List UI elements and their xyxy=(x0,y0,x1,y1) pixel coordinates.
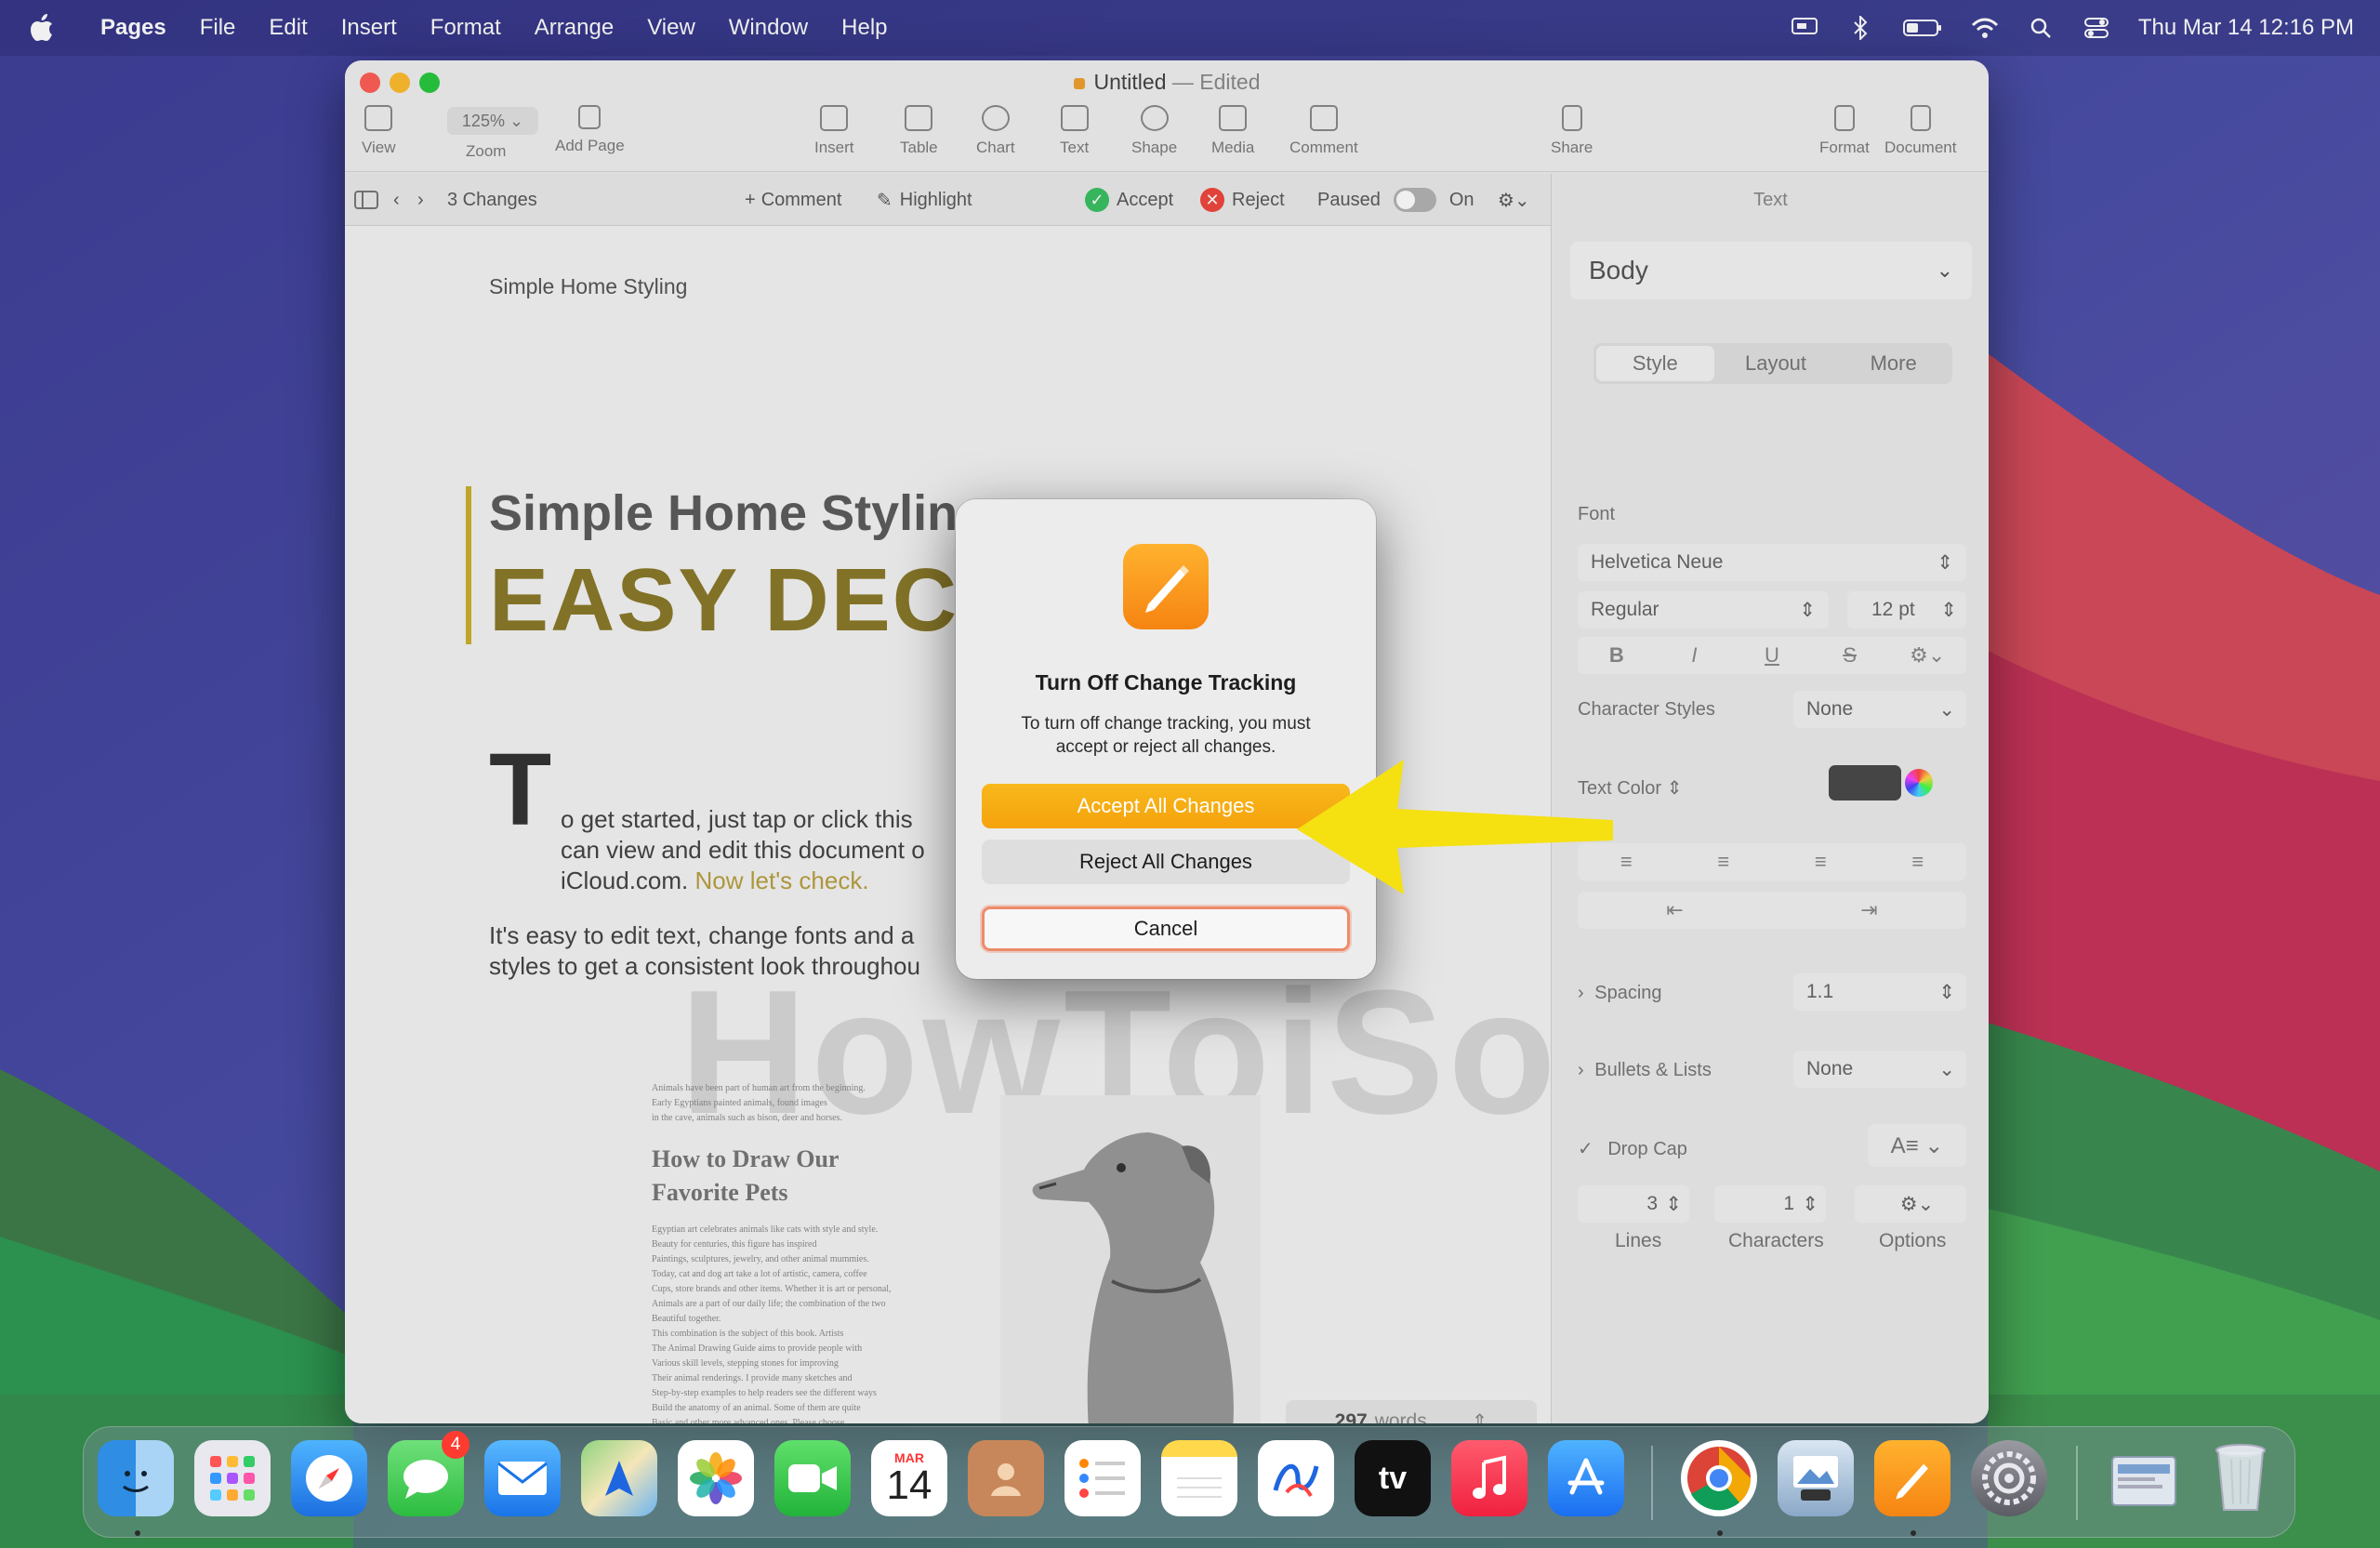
chrome-dock-icon[interactable] xyxy=(1681,1440,1757,1516)
system-settings-dock-icon[interactable] xyxy=(1971,1440,2047,1516)
dialog-title: Turn Off Change Tracking xyxy=(1035,670,1297,695)
mail-dock-icon[interactable] xyxy=(484,1440,561,1516)
calendar-day: 14 xyxy=(886,1462,932,1508)
dock-separator xyxy=(2076,1446,2078,1520)
messages-badge: 4 xyxy=(442,1431,469,1459)
messages-dock-icon[interactable]: 4 xyxy=(388,1431,469,1516)
apple-tv-dock-icon[interactable]: tv xyxy=(1355,1440,1431,1516)
contacts-dock-icon[interactable] xyxy=(968,1440,1044,1516)
running-indicator xyxy=(1911,1530,1916,1536)
music-dock-icon[interactable] xyxy=(1451,1440,1527,1516)
app-store-dock-icon[interactable] xyxy=(1548,1440,1624,1516)
photos-dock-icon[interactable] xyxy=(678,1440,754,1516)
calendar-dock-icon[interactable]: MAR 14 xyxy=(871,1440,947,1516)
accept-all-changes-button[interactable]: Accept All Changes xyxy=(982,784,1350,828)
pages-dock-icon[interactable] xyxy=(1874,1440,1950,1516)
pages-app-icon xyxy=(1123,544,1209,629)
annotation-arrow-icon xyxy=(1297,760,1613,894)
preview-dock-icon[interactable] xyxy=(1778,1440,1854,1516)
facetime-dock-icon[interactable] xyxy=(774,1440,851,1516)
reject-all-changes-button[interactable]: Reject All Changes xyxy=(982,840,1350,884)
tv-logo-icon: tv xyxy=(1378,1460,1408,1496)
running-indicator xyxy=(1717,1530,1723,1536)
running-indicator xyxy=(135,1530,140,1536)
downloads-stack-icon[interactable] xyxy=(2106,1440,2182,1516)
safari-dock-icon[interactable] xyxy=(291,1440,367,1516)
dock: 4 MAR 14 tv xyxy=(83,1426,2295,1538)
trash-dock-icon[interactable] xyxy=(2202,1440,2279,1516)
launchpad-dock-icon[interactable] xyxy=(194,1440,271,1516)
cancel-button[interactable]: Cancel xyxy=(982,906,1350,951)
reminders-dock-icon[interactable] xyxy=(1064,1440,1141,1516)
maps-dock-icon[interactable] xyxy=(581,1440,657,1516)
turn-off-change-tracking-dialog: Turn Off Change Tracking To turn off cha… xyxy=(956,499,1376,979)
dialog-message: To turn off change tracking, you must ac… xyxy=(1021,714,1311,757)
notes-dock-icon[interactable] xyxy=(1161,1440,1237,1516)
dock-separator xyxy=(1651,1446,1653,1520)
freeform-dock-icon[interactable] xyxy=(1258,1440,1334,1516)
finder-dock-icon[interactable] xyxy=(98,1440,174,1516)
